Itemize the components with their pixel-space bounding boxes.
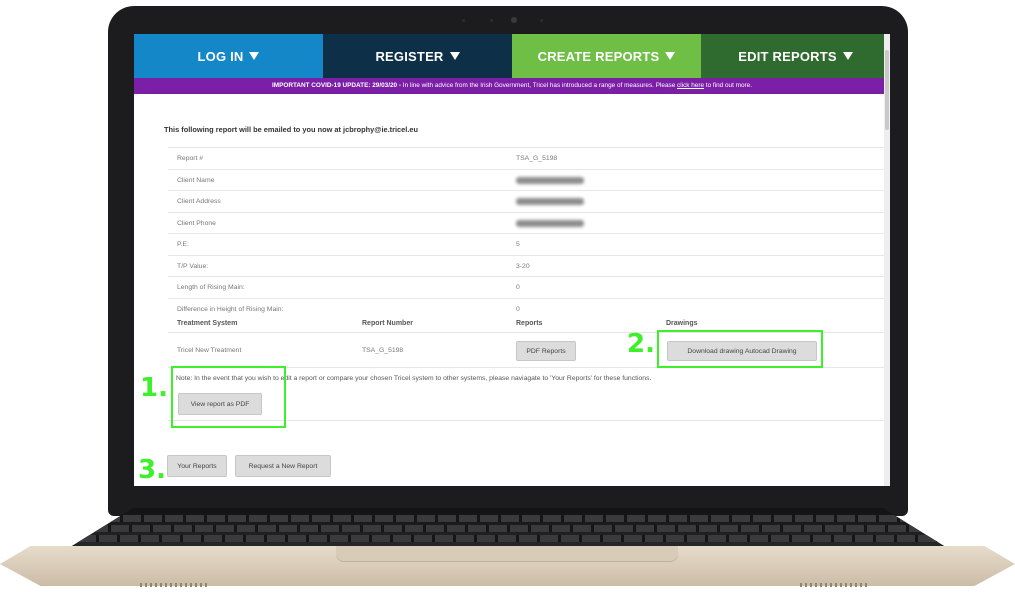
banner-link[interactable]: click here xyxy=(677,82,704,89)
trackpad xyxy=(336,546,678,562)
nav-register[interactable]: REGISTER xyxy=(323,34,512,78)
detail-row-report-number: Report # TSA_G_5198 xyxy=(168,147,884,169)
sensor-dot-icon xyxy=(462,19,465,22)
sensor-dot-icon xyxy=(490,19,493,22)
detail-row-client-name: Client Name xyxy=(168,168,884,191)
annotation-number-2: 2. xyxy=(627,329,655,359)
dropdown-arrow-icon xyxy=(842,52,853,60)
annotation-number-3: 3. xyxy=(138,455,166,485)
email-notice: This following report will be emailed to… xyxy=(164,125,419,134)
highlight-box-download-drawing xyxy=(657,330,823,368)
webcam-icon xyxy=(511,17,517,23)
sensor-dot-icon xyxy=(540,19,543,22)
request-new-report-button[interactable]: Request a New Report xyxy=(235,455,331,477)
redacted-value xyxy=(516,219,584,229)
dropdown-arrow-icon xyxy=(449,52,460,60)
scroll-thumb[interactable] xyxy=(885,50,889,130)
annotation-number-1: 1. xyxy=(140,373,168,403)
highlight-box-view-pdf xyxy=(171,366,286,428)
report-details: Report # TSA_G_5198 Client Name Client Ad… xyxy=(168,147,884,319)
detail-row-client-phone: Client Phone xyxy=(168,211,884,234)
redacted-value xyxy=(516,176,584,186)
detail-row-client-address: Client Address xyxy=(168,190,884,212)
speaker-vent xyxy=(140,583,210,587)
main-nav: LOG IN REGISTER CREATE REPORTS EDIT REPO… xyxy=(134,34,890,78)
dropdown-arrow-icon xyxy=(249,52,260,60)
pdf-reports-button[interactable]: PDF Reports xyxy=(516,341,576,361)
nav-create-reports[interactable]: CREATE REPORTS xyxy=(512,34,701,78)
detail-row-rising-main-length: Length of Rising Main: 0 xyxy=(168,276,884,298)
nav-edit-reports[interactable]: EDIT REPORTS xyxy=(701,34,890,78)
speaker-vent xyxy=(800,583,870,587)
detail-row-pe: P.E: 5 xyxy=(168,233,884,255)
scrollbar[interactable] xyxy=(884,34,890,486)
table-header: Treatment System Report Number Reports D… xyxy=(177,320,698,327)
dropdown-arrow-icon xyxy=(665,52,676,60)
detail-row-tp-value: T/P Value: 3-20 xyxy=(168,254,884,277)
your-reports-button[interactable]: Your Reports xyxy=(167,455,227,477)
nav-login[interactable]: LOG IN xyxy=(134,34,323,78)
redacted-value xyxy=(516,198,584,207)
covid-banner: IMPORTANT COVID-19 UPDATE: 29/03/20 - In… xyxy=(134,78,890,94)
